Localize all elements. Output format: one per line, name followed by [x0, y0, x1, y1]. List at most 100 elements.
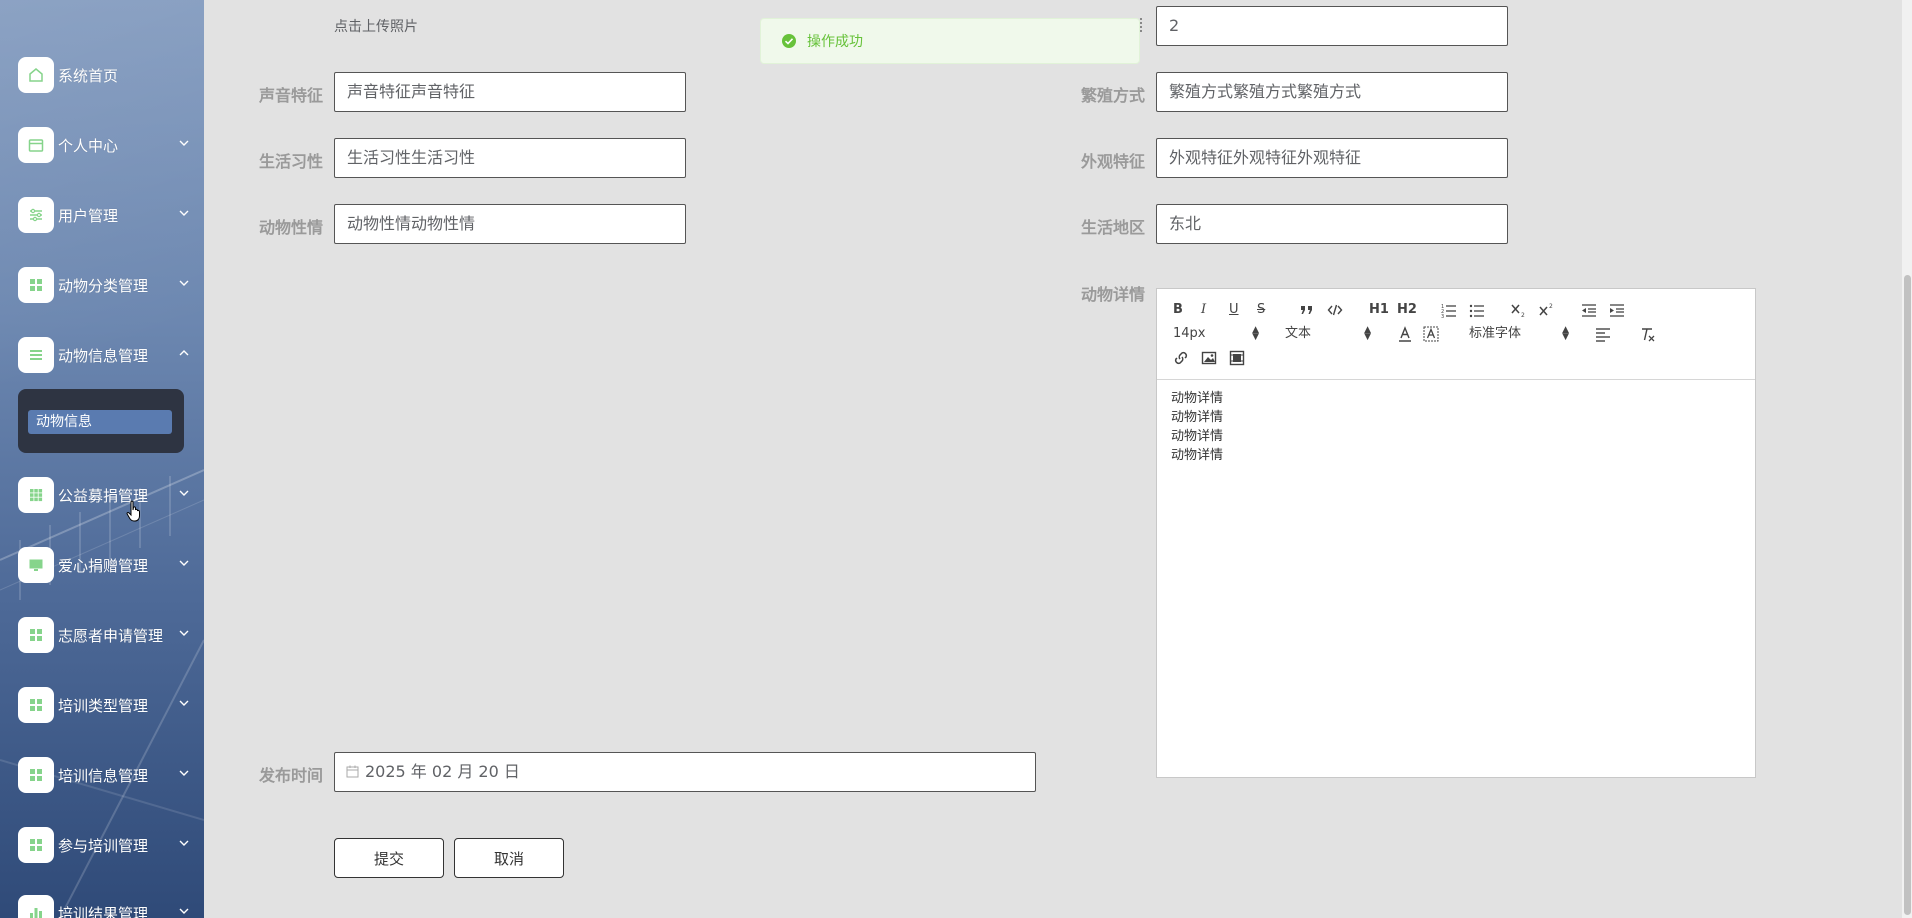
check-circle-icon [782, 34, 796, 48]
sidebar-item-donation[interactable]: 爱心捐赠管理 [18, 545, 198, 585]
header-value: 文本 [1285, 326, 1312, 341]
chevron-down-icon [179, 630, 189, 636]
editor-content[interactable]: 动物详情 动物详情 动物详情 动物详情 [1171, 389, 1223, 465]
sidebar-item-volunteer[interactable]: 志愿者申请管理 [18, 615, 198, 655]
editor-line: 动物详情 [1171, 429, 1224, 444]
svg-text:2: 2 [1521, 312, 1525, 319]
bullet-list-icon[interactable] [1469, 301, 1485, 319]
calendar-icon [18, 127, 54, 163]
grid-icon [18, 827, 54, 863]
sidebar-item-training-type[interactable]: 培训类型管理 [18, 685, 198, 725]
habits-input[interactable]: 生活习性生活习性 [334, 138, 686, 178]
sidebar-item-training-participation[interactable]: 参与培训管理 [18, 825, 198, 865]
svg-text:2: 2 [1549, 303, 1553, 310]
sidebar-item-animal-info[interactable]: 动物信息管理 [18, 335, 198, 375]
sidebar-item-fundraising[interactable]: 公益募捐管理 [18, 475, 198, 515]
sidebar-item-label: 培训信息管理 [58, 766, 149, 785]
font-family-select[interactable]: 标准字体 ▲ ▼ [1469, 325, 1569, 343]
header-select[interactable]: 文本 ▲ ▼ [1285, 325, 1371, 343]
chevron-down-icon [179, 840, 189, 846]
apps-icon [18, 477, 54, 513]
appearance-input[interactable]: 外观特征外观特征外观特征 [1156, 138, 1508, 178]
calendar-icon [346, 765, 359, 778]
grid-icon [18, 267, 54, 303]
editor-toolbar: B I U S H1 H2 123 2 2 14px ▲ ▼ 文本 ▲ ▼ 标准字体… [1157, 289, 1755, 380]
font-color-icon[interactable] [1397, 325, 1413, 343]
font-size-value: 14px [1173, 326, 1206, 341]
sidebar-item-label: 动物分类管理 [58, 276, 149, 295]
toast-message: 操作成功 [807, 34, 863, 50]
subscript-icon[interactable]: 2 [1511, 301, 1527, 319]
editor-line: 动物详情 [1171, 448, 1224, 463]
chevron-down-icon [179, 210, 189, 216]
underline-button[interactable]: U [1229, 301, 1239, 319]
sidebar-item-animal-category[interactable]: 动物分类管理 [18, 265, 198, 305]
background-color-icon[interactable] [1423, 325, 1439, 343]
sidebar-item-label: 志愿者申请管理 [58, 626, 164, 645]
submit-button[interactable]: 提交 [334, 838, 444, 878]
video-icon[interactable] [1229, 349, 1245, 367]
font-size-select[interactable]: 14px ▲ ▼ [1173, 325, 1259, 343]
link-icon[interactable] [1173, 349, 1189, 367]
hand-cursor-icon [126, 500, 140, 522]
chevron-down-icon [179, 700, 189, 706]
breeding-input[interactable]: 繁殖方式繁殖方式繁殖方式 [1156, 72, 1508, 112]
voice-input[interactable]: 声音特征声音特征 [334, 72, 686, 112]
scrollbar-thumb[interactable] [1904, 275, 1911, 915]
outdent-icon[interactable] [1581, 301, 1597, 319]
publish-time-input[interactable]: 2025 年 02 月 20 日 [334, 752, 1036, 792]
select-arrows-icon: ▲ ▼ [1562, 325, 1569, 342]
blockquote-icon[interactable] [1299, 301, 1315, 319]
ordered-list-icon[interactable]: 123 [1441, 301, 1457, 319]
align-icon[interactable] [1595, 325, 1611, 343]
region-input[interactable]: 东北 [1156, 204, 1508, 244]
monitor-icon [18, 547, 54, 583]
sidebar: 系统首页 个人中心 用户管理 动物分类管理 动物信息管理 动物信息 公益募捐管理… [0, 0, 204, 918]
sidebar-item-label: 用户管理 [58, 206, 119, 225]
details-label: 动物详情 [1081, 285, 1146, 304]
sidebar-item-users[interactable]: 用户管理 [18, 195, 198, 235]
breeding-label: 繁殖方式 [1081, 86, 1146, 105]
clear-format-icon[interactable] [1639, 325, 1655, 343]
italic-button[interactable]: I [1201, 301, 1206, 319]
sliders-icon [18, 197, 54, 233]
sidebar-item-label: 参与培训管理 [58, 836, 149, 855]
image-icon[interactable] [1201, 349, 1217, 367]
submenu-animal-info: 动物信息 [18, 389, 184, 453]
rich-text-editor: B I U S H1 H2 123 2 2 14px ▲ ▼ 文本 ▲ ▼ 标准字体… [1156, 288, 1756, 778]
cancel-button[interactable]: 取消 [454, 838, 564, 878]
indent-icon[interactable] [1609, 301, 1625, 319]
superscript-icon[interactable]: 2 [1539, 301, 1555, 319]
heading2-button[interactable]: H2 [1397, 301, 1417, 319]
habits-label: 生活习性 [259, 152, 324, 171]
editor-line: 动物详情 [1171, 391, 1224, 406]
svg-text:3: 3 [1441, 314, 1444, 319]
appearance-label: 外观特征 [1081, 152, 1146, 171]
bold-button[interactable]: B [1173, 301, 1183, 319]
code-block-icon[interactable] [1327, 301, 1343, 319]
heading1-button[interactable]: H1 [1369, 301, 1389, 319]
sidebar-item-home[interactable]: 系统首页 [18, 55, 198, 95]
publish-time-value: 2025 年 02 月 20 日 [365, 762, 520, 781]
chevron-down-icon [179, 280, 189, 286]
grid-icon [18, 687, 54, 723]
sidebar-item-training-info[interactable]: 培训信息管理 [18, 755, 198, 795]
submenu-item-animal-info[interactable]: 动物信息 [28, 410, 172, 434]
top-right-field[interactable]: 2 [1156, 6, 1508, 46]
chevron-down-icon [179, 560, 189, 566]
sidebar-item-profile[interactable]: 个人中心 [18, 125, 198, 165]
chevron-down-icon [179, 770, 189, 776]
sidebar-item-label: 爱心捐赠管理 [58, 556, 149, 575]
temper-input[interactable]: 动物性情动物性情 [334, 204, 686, 244]
chevron-up-icon [179, 350, 189, 356]
temper-label: 动物性情 [259, 218, 324, 237]
list-icon [18, 337, 54, 373]
upload-photo-hint[interactable]: 点击上传照片 [334, 16, 418, 36]
sidebar-item-training-result[interactable]: 培训结果管理 [18, 893, 198, 918]
home-icon [18, 57, 54, 93]
font-family-value: 标准字体 [1469, 326, 1522, 341]
sidebar-item-label: 系统首页 [58, 66, 119, 85]
editor-line: 动物详情 [1171, 410, 1224, 425]
select-arrows-icon: ▲ ▼ [1364, 325, 1371, 342]
strike-button[interactable]: S [1257, 301, 1265, 319]
